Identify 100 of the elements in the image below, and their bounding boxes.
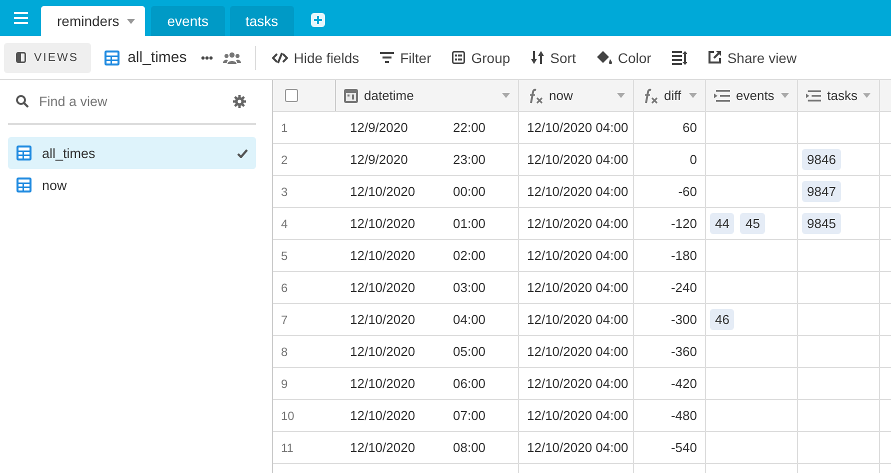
group-icon [452,51,466,64]
column-header: now [549,88,574,103]
time-text: 03:00 [453,280,486,295]
table-cell: 12/10/2020 04:00 [527,344,628,359]
record-chip[interactable]: 46 [710,309,734,330]
table-cell: -420 [670,376,697,391]
grid-view-icon [104,50,120,66]
paint-bucket-icon [596,50,612,64]
people-icon[interactable] [222,52,241,64]
table-cell: -240 [670,280,697,295]
column-header: tasks [827,88,858,103]
row-number: 11 [281,440,294,454]
caret-icon[interactable] [863,93,871,98]
table-cell: 12/10/2020 04:00 [527,152,628,167]
table-cell: 12/10/2020 04:00 [527,184,628,199]
row-height-icon[interactable] [672,50,688,64]
table-cell: 0 [690,152,697,167]
column-header: diff [664,88,682,103]
time-text: 23:00 [453,152,486,167]
caret-icon[interactable] [781,93,789,98]
sort-button[interactable]: Sort [531,50,576,66]
filter-icon [380,52,394,63]
table-cell: 60 [682,120,697,135]
date-text: 12/10/2020 [350,216,416,231]
table-cell: -180 [670,248,697,263]
table-cell: -120 [670,216,697,231]
table-cell: 12/10/2020 04:00 [527,248,628,263]
row-number: 1 [281,120,288,134]
time-text: 06:00 [453,376,486,391]
sidebar-icon [16,52,26,63]
row-number: 4 [281,216,288,230]
row-number: 10 [281,408,294,422]
hide-button[interactable]: Hide fields [272,50,360,66]
record-chip[interactable]: 9845 [802,213,841,234]
time-text: 01:00 [453,216,486,231]
date-text: 12/10/2020 [350,376,416,391]
time-text: 00:00 [453,184,486,199]
row-number: 6 [281,280,288,294]
grid-view-icon [16,177,32,193]
view-item[interactable]: now [8,169,256,201]
color-button[interactable]: Color [596,50,652,66]
caret-icon [127,18,136,24]
table-cell: 12/10/2020 04:00 [527,216,628,231]
select-all-checkbox[interactable] [285,89,298,102]
record-chip[interactable]: 45 [740,213,765,234]
table-cell: -300 [670,312,697,327]
date-text: 12/10/2020 [350,312,416,327]
date-text: 12/9/2020 [350,152,408,167]
row-number: 5 [281,248,288,262]
sort-icon [531,51,544,64]
row-number: 9 [281,376,288,390]
formula-icon [527,88,543,104]
row-number: 3 [281,184,288,198]
views-button[interactable]: VIEWS [4,42,91,72]
table-cell: 12/10/2020 04:00 [527,440,628,455]
calendar-icon [344,88,358,102]
share-icon [708,51,722,64]
more-icon[interactable] [200,56,213,60]
row-number: 8 [281,344,288,358]
date-text: 12/10/2020 [350,248,416,263]
record-chip[interactable]: 9846 [802,149,841,170]
time-text: 07:00 [453,408,486,423]
table-cell: -360 [670,344,697,359]
record-chip[interactable]: 9847 [802,181,841,202]
settings-icon[interactable] [233,95,246,108]
column-header: events [736,88,775,103]
date-text: 12/10/2020 [350,408,416,423]
date-text: 12/10/2020 [350,344,416,359]
row-number: 7 [281,312,288,326]
add-table-icon[interactable] [311,13,326,27]
date-text: 12/10/2020 [350,440,416,455]
time-text: 04:00 [453,312,486,327]
table-cell: 12/10/2020 04:00 [527,408,628,423]
link-field-icon [806,90,822,102]
row-number: 2 [281,152,288,166]
table-cell: -60 [678,184,697,199]
search-field[interactable]: Find a view [37,93,233,110]
share-button[interactable]: Share view [708,50,797,66]
table-tab[interactable]: reminders [41,6,146,36]
date-text: 12/9/2020 [350,120,408,135]
caret-icon[interactable] [617,93,625,98]
grid-view-icon [16,145,32,161]
date-text: 12/10/2020 [350,184,416,199]
hide-fields-icon [272,52,288,64]
record-chip[interactable]: 44 [710,213,734,234]
table-cell: -540 [670,440,697,455]
caret-icon[interactable] [502,93,510,98]
filter-button[interactable]: Filter [380,50,432,66]
menu-icon [14,12,28,24]
table-cell: 12/10/2020 04:00 [527,312,628,327]
table-cell: -480 [670,408,697,423]
time-text: 02:00 [453,248,486,263]
view-name: all_times [128,49,187,66]
table-cell: 12/10/2020 04:00 [527,280,628,295]
column-header: datetime [364,88,415,103]
group-button[interactable]: Group [452,50,510,66]
formula-icon [642,88,658,104]
view-item[interactable]: all_times [8,137,256,169]
search-icon [16,95,29,108]
caret-icon[interactable] [689,93,697,98]
